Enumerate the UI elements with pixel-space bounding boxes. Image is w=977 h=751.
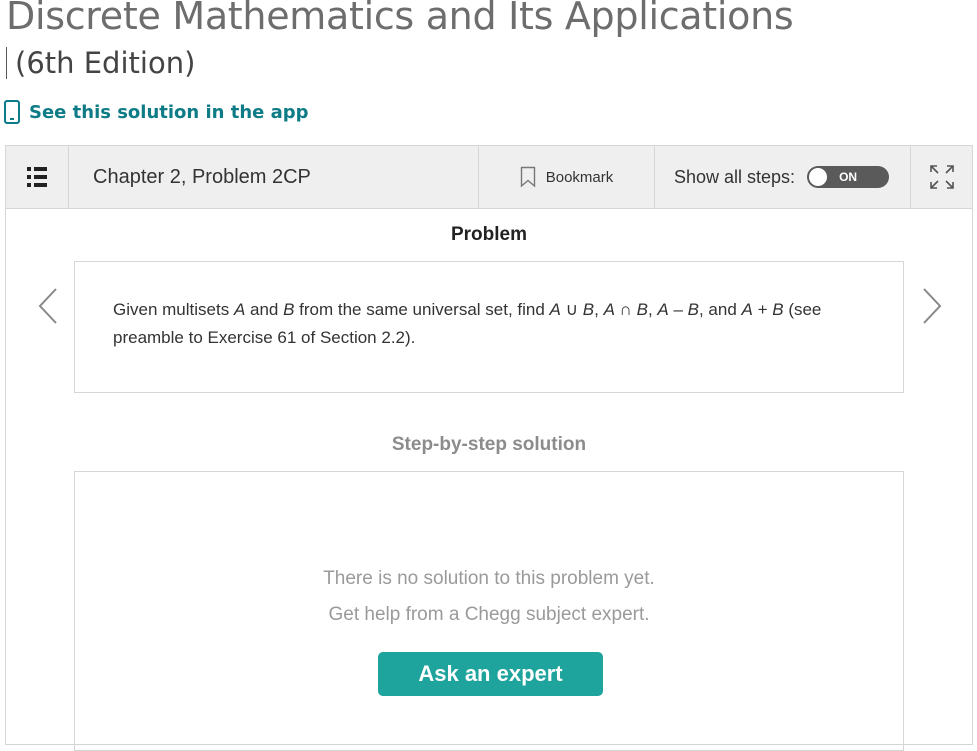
phone-icon xyxy=(4,100,20,124)
show-steps-toggle[interactable]: ON xyxy=(807,166,890,188)
show-steps-control: Show all steps: ON xyxy=(655,146,911,208)
problem-statement: Given multisets A and B from the same un… xyxy=(74,261,904,393)
show-steps-label: Show all steps: xyxy=(674,166,796,187)
see-in-app-label: See this solution in the app xyxy=(29,101,309,123)
toggle-knob xyxy=(808,167,829,187)
get-help-message: Get help from a Chegg subject expert. xyxy=(328,604,650,625)
edition-label: (6th Edition) xyxy=(15,46,196,80)
toolbar: Chapter 2, Problem 2CP Bookmark Show all… xyxy=(6,146,972,209)
step-by-step-heading: Step-by-step solution xyxy=(391,434,587,455)
text-caret xyxy=(6,47,7,79)
expand-icon xyxy=(929,165,954,189)
book-edition: (6th Edition) xyxy=(6,46,195,80)
bookmark-icon xyxy=(520,166,535,188)
expand-button[interactable] xyxy=(911,146,972,208)
menu-button[interactable] xyxy=(6,146,69,208)
bookmark-label: Bookmark xyxy=(545,168,614,186)
next-arrow-icon[interactable] xyxy=(920,286,944,326)
toggle-state-label: ON xyxy=(839,170,858,184)
ask-expert-button[interactable]: Ask an expert xyxy=(378,652,603,696)
no-solution-message: There is no solution to this problem yet… xyxy=(323,568,655,589)
book-title: Discrete Mathematics and Its Application… xyxy=(6,0,794,38)
see-in-app-link[interactable]: See this solution in the app xyxy=(4,100,309,124)
solution-box: There is no solution to this problem yet… xyxy=(74,471,904,751)
list-icon xyxy=(27,167,47,187)
bookmark-button[interactable]: Bookmark xyxy=(479,146,655,208)
solution-panel: Chapter 2, Problem 2CP Bookmark Show all… xyxy=(5,145,973,751)
previous-arrow-icon[interactable] xyxy=(36,286,60,326)
problem-heading: Problem xyxy=(450,224,528,245)
chapter-problem-label: Chapter 2, Problem 2CP xyxy=(69,146,479,208)
